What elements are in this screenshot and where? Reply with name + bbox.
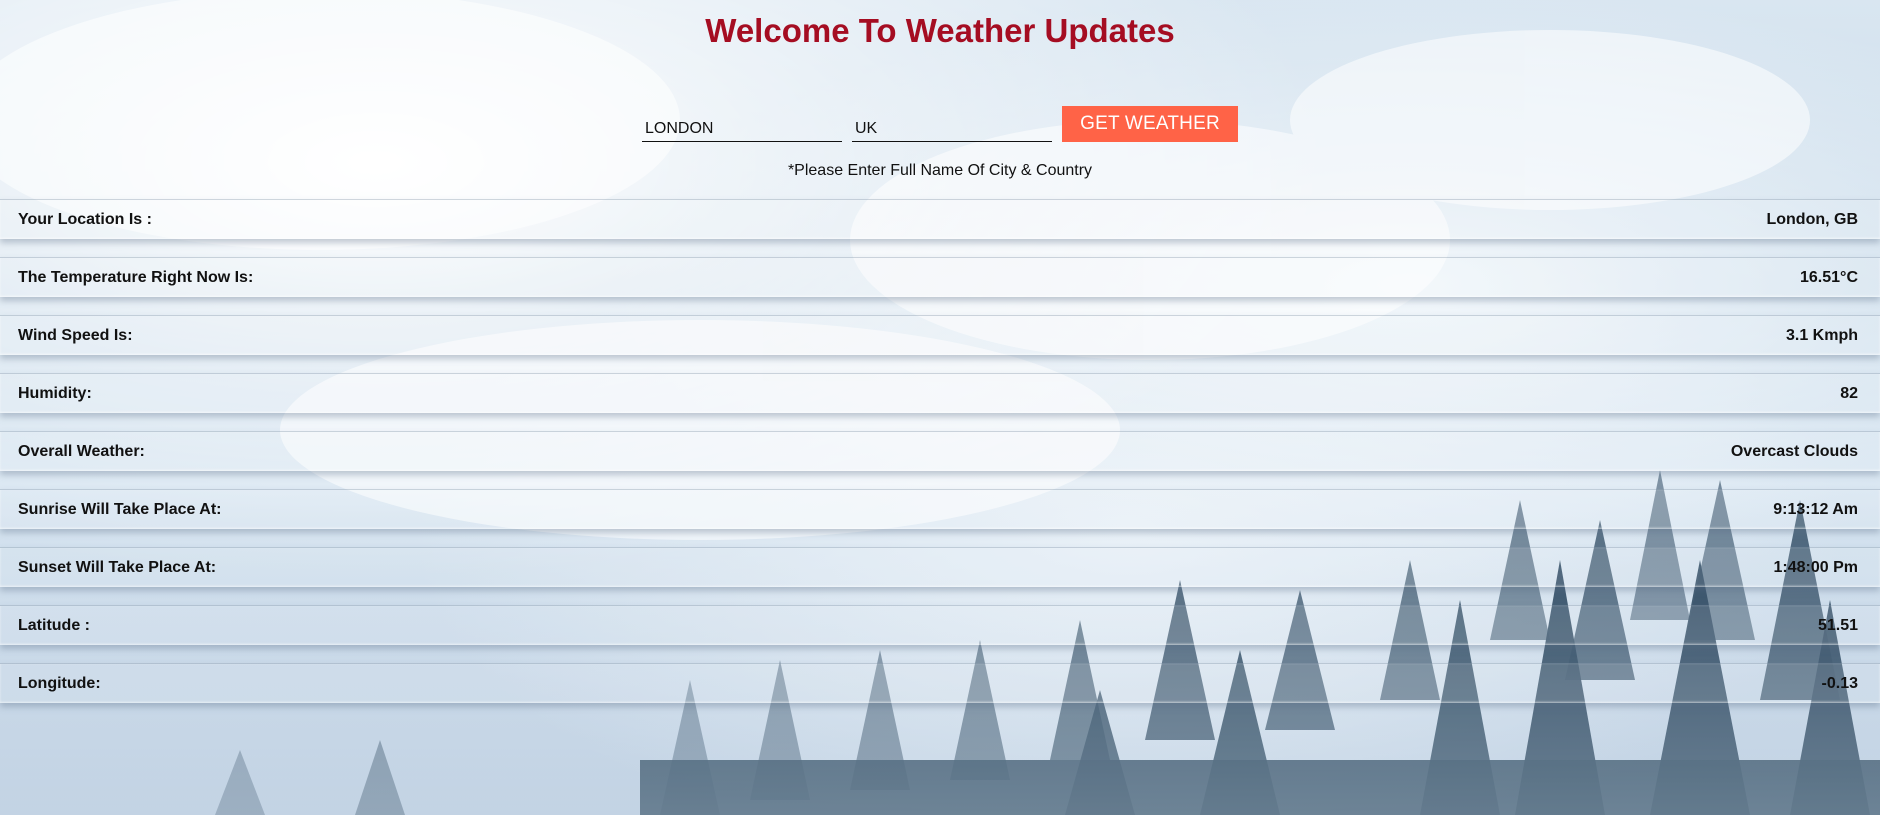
- row-value: 51.51: [1817, 616, 1858, 634]
- weather-page: Welcome To Weather Updates GET WEATHER *…: [0, 0, 1880, 815]
- humidity-row: Humidity: 82: [0, 373, 1880, 413]
- country-input[interactable]: [852, 110, 1052, 142]
- row-label: Wind Speed Is:: [18, 326, 133, 344]
- input-hint: *Please Enter Full Name Of City & Countr…: [787, 162, 1093, 179]
- overall-weather-row: Overall Weather: Overcast Clouds: [0, 431, 1880, 471]
- row-label: Sunrise Will Take Place At:: [18, 500, 222, 518]
- location-row: Your Location Is : London, GB: [0, 199, 1880, 239]
- row-label: The Temperature Right Now Is:: [18, 268, 254, 286]
- sunrise-row: Sunrise Will Take Place At: 9:13:12 Am: [0, 489, 1880, 529]
- temperature-row: The Temperature Right Now Is: 16.51°C: [0, 257, 1880, 297]
- latitude-row: Latitude : 51.51: [0, 605, 1880, 645]
- city-input[interactable]: [642, 110, 842, 142]
- row-value: 9:13:12 Am: [1773, 500, 1858, 518]
- sunset-row: Sunset Will Take Place At: 1:48:00 Pm: [0, 547, 1880, 587]
- row-label: Overall Weather:: [18, 442, 145, 460]
- row-label: Your Location Is :: [18, 210, 152, 228]
- row-value: -0.13: [1821, 674, 1858, 692]
- row-value: London, GB: [1766, 210, 1858, 228]
- longitude-row: Longitude: -0.13: [0, 663, 1880, 703]
- row-value: 1:48:00 Pm: [1773, 558, 1859, 576]
- row-value: 16.51°C: [1800, 268, 1858, 286]
- wind-speed-row: Wind Speed Is: 3.1 Kmph: [0, 315, 1880, 355]
- row-label: Sunset Will Take Place At:: [18, 558, 217, 576]
- row-label: Longitude:: [18, 674, 101, 692]
- get-weather-button[interactable]: GET WEATHER: [1062, 106, 1238, 142]
- search-form: GET WEATHER: [0, 106, 1880, 142]
- row-value: 82: [1840, 384, 1858, 402]
- row-label: Humidity:: [18, 384, 92, 402]
- row-value: Overcast Clouds: [1730, 442, 1858, 460]
- page-title: Welcome To Weather Updates: [705, 12, 1175, 49]
- row-label: Latitude :: [18, 616, 90, 634]
- row-value: 3.1 Kmph: [1785, 326, 1858, 344]
- weather-details: Your Location Is : London, GB The Temper…: [0, 199, 1880, 721]
